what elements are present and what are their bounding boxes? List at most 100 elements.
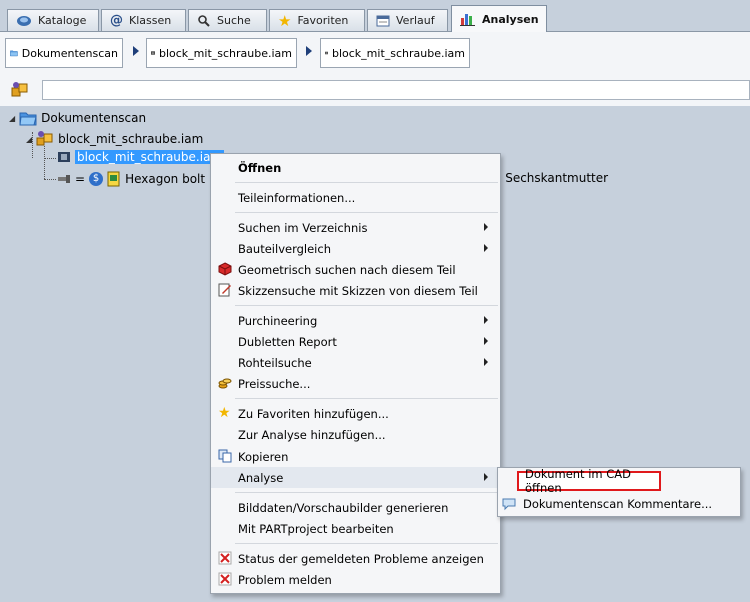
tree-node-label: block_mit_schraube.iam: [58, 132, 204, 146]
menu-item-label: Öffnen: [238, 160, 282, 175]
document-icon: [107, 171, 120, 187]
tab-label: Klassen: [129, 14, 172, 27]
menu-item-label: Kopieren: [238, 449, 289, 464]
submenu-arrow-icon: [484, 473, 488, 481]
submenu-arrow-icon: [484, 337, 488, 345]
coins-icon: [218, 378, 232, 389]
expand-triangle-icon[interactable]: ◢: [9, 114, 15, 123]
menu-item-sketch-search[interactable]: Skizzensuche mit Skizzen von diesem Teil: [211, 280, 500, 301]
tab-label: Analysen: [482, 12, 539, 26]
tab-verlauf[interactable]: Verlauf: [367, 9, 448, 31]
menu-item-part-info[interactable]: Teileinformationen...: [211, 187, 500, 208]
part-file-icon: [58, 152, 70, 162]
submenu-arrow-icon: [484, 358, 488, 366]
submenu-arrow-icon: [484, 223, 488, 231]
menu-item-open-in-cad[interactable]: Dokument im CAD öffnen: [517, 467, 661, 495]
menu-item-label: Status der gemeldeten Probleme anzeigen: [238, 551, 484, 566]
breadcrumb-label: block_mit_schraube.iam: [158, 46, 292, 60]
assembly-icon: [36, 131, 53, 146]
tab-label: Verlauf: [396, 14, 435, 27]
tree-node-label: Hexagon bolt: [125, 172, 206, 186]
menu-item-label: Geometrisch suchen nach diesem Teil: [238, 262, 456, 277]
copy-icon: [218, 449, 232, 463]
dollar-icon: $: [89, 172, 104, 186]
menu-separator: [235, 398, 498, 399]
menu-item-label: Suchen im Verzeichnis: [238, 220, 368, 235]
menu-item-add-favorites[interactable]: ★ Zu Favoriten hinzufügen...: [211, 403, 500, 424]
tree-node-label: e Sechskantmutter: [494, 171, 609, 185]
analysis-submenu: Dokument im CAD öffnen Dokumentenscan Ko…: [497, 467, 741, 517]
tree-guide: [44, 179, 56, 181]
menu-item-label: Mit PARTproject bearbeiten: [238, 521, 394, 536]
problem-status-icon: [218, 551, 232, 565]
menu-separator: [235, 182, 498, 183]
assembly-icon: [11, 82, 28, 97]
path-input[interactable]: [42, 80, 750, 100]
breadcrumb-item[interactable]: Dokumentenscan: [5, 38, 123, 68]
search-icon: [198, 14, 210, 27]
menu-item-label: Purchineering: [238, 313, 318, 328]
menu-item-label: Preissuche...: [238, 376, 311, 391]
menu-item-label: Zur Analyse hinzufügen...: [238, 427, 386, 442]
menu-item-geo-search[interactable]: Geometrisch suchen nach diesem Teil: [211, 259, 500, 280]
context-menu: Öffnen Teileinformationen... Suchen im V…: [210, 153, 501, 594]
menu-item-scan-comments[interactable]: Dokumentenscan Kommentare...: [502, 494, 738, 514]
menu-item-label: Rohteilsuche: [238, 355, 312, 370]
breadcrumb-item[interactable]: block_mit_schraube.iam: [320, 38, 470, 68]
expand-triangle-icon[interactable]: ◢: [26, 135, 32, 144]
menu-item-label: Zu Favoriten hinzufügen...: [238, 406, 389, 421]
tree-node-nut-tail: e Sechskantmutter: [494, 171, 608, 185]
menu-item-problem-status[interactable]: Status der gemeldeten Probleme anzeigen: [211, 548, 500, 569]
catalog-icon: [17, 15, 31, 26]
menu-item-price-search[interactable]: Preissuche...: [211, 373, 500, 394]
tree-node-selected[interactable]: block_mit_schraube.iam: [57, 150, 225, 164]
menu-item-purchineering[interactable]: Purchineering: [211, 310, 500, 331]
menu-item-search-directory[interactable]: Suchen im Verzeichnis: [211, 217, 500, 238]
tab-suche[interactable]: Suche: [188, 9, 267, 31]
tab-kataloge[interactable]: Kataloge: [7, 9, 99, 31]
menu-separator: [235, 492, 498, 493]
menu-item-report-problem[interactable]: Problem melden: [211, 569, 500, 590]
menu-item-raw-part-search[interactable]: Rohteilsuche: [211, 352, 500, 373]
menu-item-analysis[interactable]: Analyse: [211, 467, 500, 488]
part-thumbnail-icon: [151, 51, 155, 55]
tree-node-root[interactable]: ◢ Dokumentenscan: [9, 110, 146, 126]
tab-label: Kataloge: [38, 14, 87, 27]
folder-icon: [10, 50, 18, 57]
tab-analysen[interactable]: Analysen: [451, 5, 547, 32]
menu-item-label: Dokument im CAD öffnen: [525, 467, 632, 495]
comment-icon: [502, 498, 516, 511]
submenu-arrow-icon: [484, 244, 488, 252]
assembly-tool-button[interactable]: [10, 80, 32, 102]
menu-item-copy[interactable]: Kopieren: [211, 446, 500, 467]
chart-icon: [460, 14, 475, 26]
menu-item-label: Skizzensuche mit Skizzen von diesem Teil: [238, 283, 478, 298]
menu-separator: [235, 543, 498, 544]
breadcrumb-separator-icon: [306, 46, 312, 56]
breadcrumb-separator-icon: [133, 46, 139, 56]
breadcrumb-label: block_mit_schraube.iam: [331, 46, 465, 60]
menu-item-label: Bilddaten/Vorschaubilder generieren: [238, 500, 449, 515]
menu-item-label: Dokumentenscan Kommentare...: [523, 497, 713, 511]
tab-label: Suche: [217, 14, 251, 27]
star-icon: ★: [278, 11, 292, 30]
breadcrumb-label: Dokumentenscan: [21, 46, 118, 60]
breadcrumb-item[interactable]: block_mit_schraube.iam: [146, 38, 297, 68]
menu-item-add-analysis[interactable]: Zur Analyse hinzufügen...: [211, 424, 500, 445]
menu-item-compare[interactable]: Bauteilvergleich: [211, 238, 500, 259]
tree-node-bolt[interactable]: = $ Hexagon bolt DI: [57, 171, 226, 187]
sketch-icon: [218, 283, 231, 297]
menu-item-generate-images[interactable]: Bilddaten/Vorschaubilder generieren: [211, 497, 500, 518]
tree-node-label: Dokumentenscan: [41, 111, 147, 125]
tab-label: Favoriten: [297, 14, 349, 27]
tree-node-assembly[interactable]: ◢ block_mit_schraube.iam: [26, 130, 203, 148]
menu-item-partproject[interactable]: Mit PARTproject bearbeiten: [211, 518, 500, 539]
menu-item-duplicate-report[interactable]: Dubletten Report: [211, 331, 500, 352]
menu-separator: [235, 305, 498, 306]
tree-guide: [44, 158, 56, 160]
tab-klassen[interactable]: @ Klassen: [101, 9, 186, 31]
menu-item-label: Bauteilvergleich: [238, 241, 331, 256]
menu-item-open[interactable]: Öffnen: [211, 157, 500, 178]
tab-favoriten[interactable]: ★ Favoriten: [269, 9, 365, 31]
at-icon: @: [110, 13, 123, 28]
